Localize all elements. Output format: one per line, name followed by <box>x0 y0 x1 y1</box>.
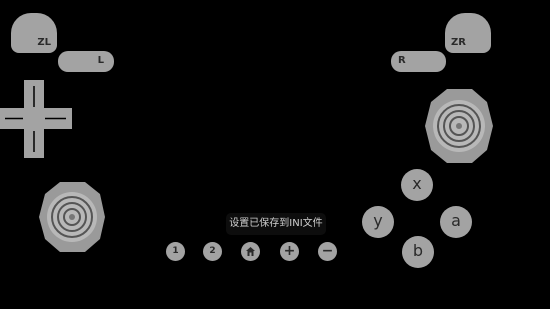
home-button[interactable] <box>241 242 260 261</box>
dpad-icon[interactable] <box>0 80 72 158</box>
button-1[interactable]: 1 <box>166 242 185 261</box>
b-button[interactable]: b <box>402 236 434 268</box>
zl-label: ZL <box>37 37 51 48</box>
l-shoulder-button[interactable]: L <box>58 51 114 72</box>
r-shoulder-button[interactable]: R <box>391 51 446 72</box>
plus-button[interactable]: + <box>280 242 299 261</box>
x-button[interactable]: x <box>401 169 433 201</box>
right-stick-icon[interactable] <box>424 88 494 164</box>
left-stick-icon[interactable] <box>38 181 106 253</box>
minus-button[interactable]: − <box>318 242 337 261</box>
y-button[interactable]: y <box>362 206 394 238</box>
r-label: R <box>398 55 406 66</box>
zr-label: ZR <box>451 37 466 48</box>
zl-trigger-button[interactable]: ZL <box>11 13 57 53</box>
l-label: L <box>97 55 104 66</box>
button-2[interactable]: 2 <box>203 242 222 261</box>
toast-message: 设置已保存到INI文件 <box>226 213 326 235</box>
home-icon <box>246 247 255 256</box>
a-button[interactable]: a <box>440 206 472 238</box>
zr-trigger-button[interactable]: ZR <box>445 13 491 53</box>
